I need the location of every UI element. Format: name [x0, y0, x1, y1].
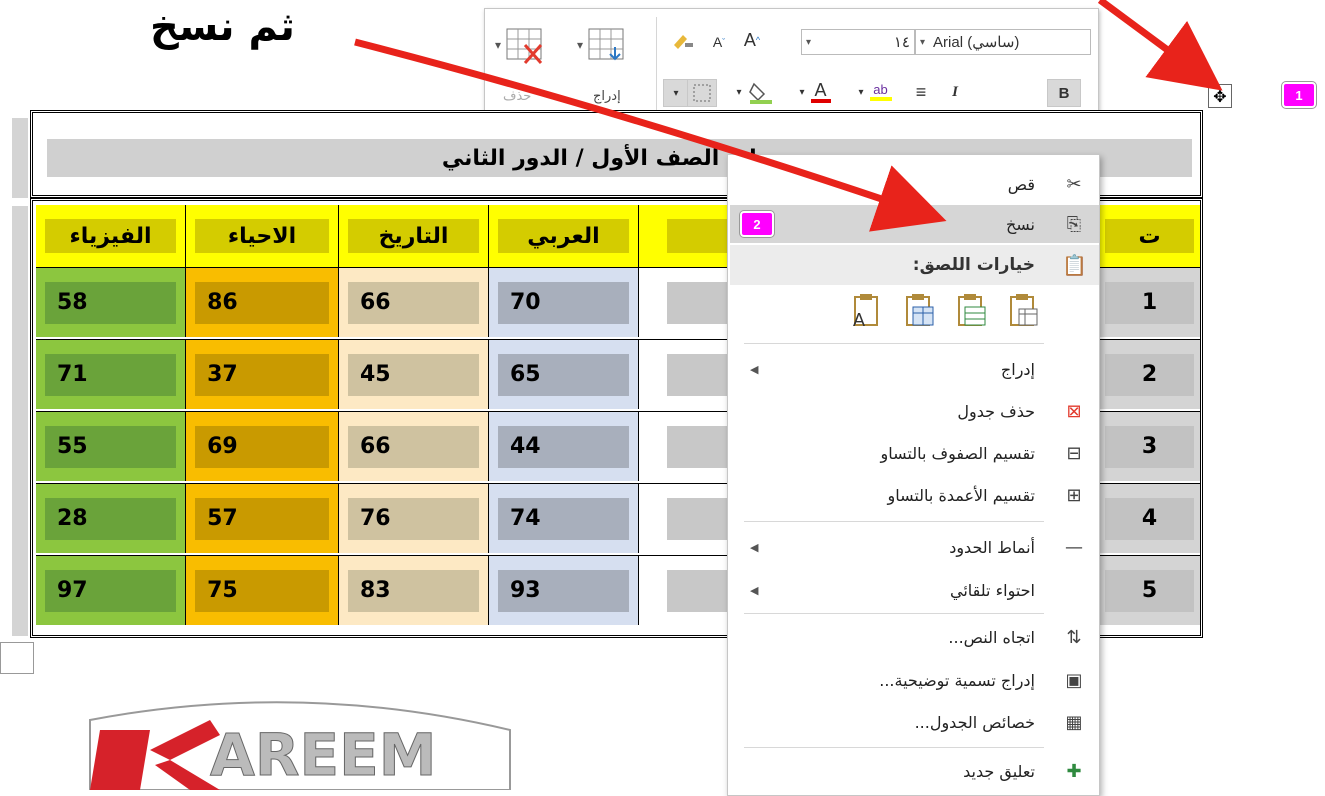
arrow-to-copy [354, 38, 947, 232]
annotation-arrows [354, 0, 1223, 232]
arrow-to-move-handle [1097, 0, 1223, 91]
kareem-logo: AREEM [89, 701, 511, 790]
svg-text:AREEM: AREEM [210, 721, 437, 789]
